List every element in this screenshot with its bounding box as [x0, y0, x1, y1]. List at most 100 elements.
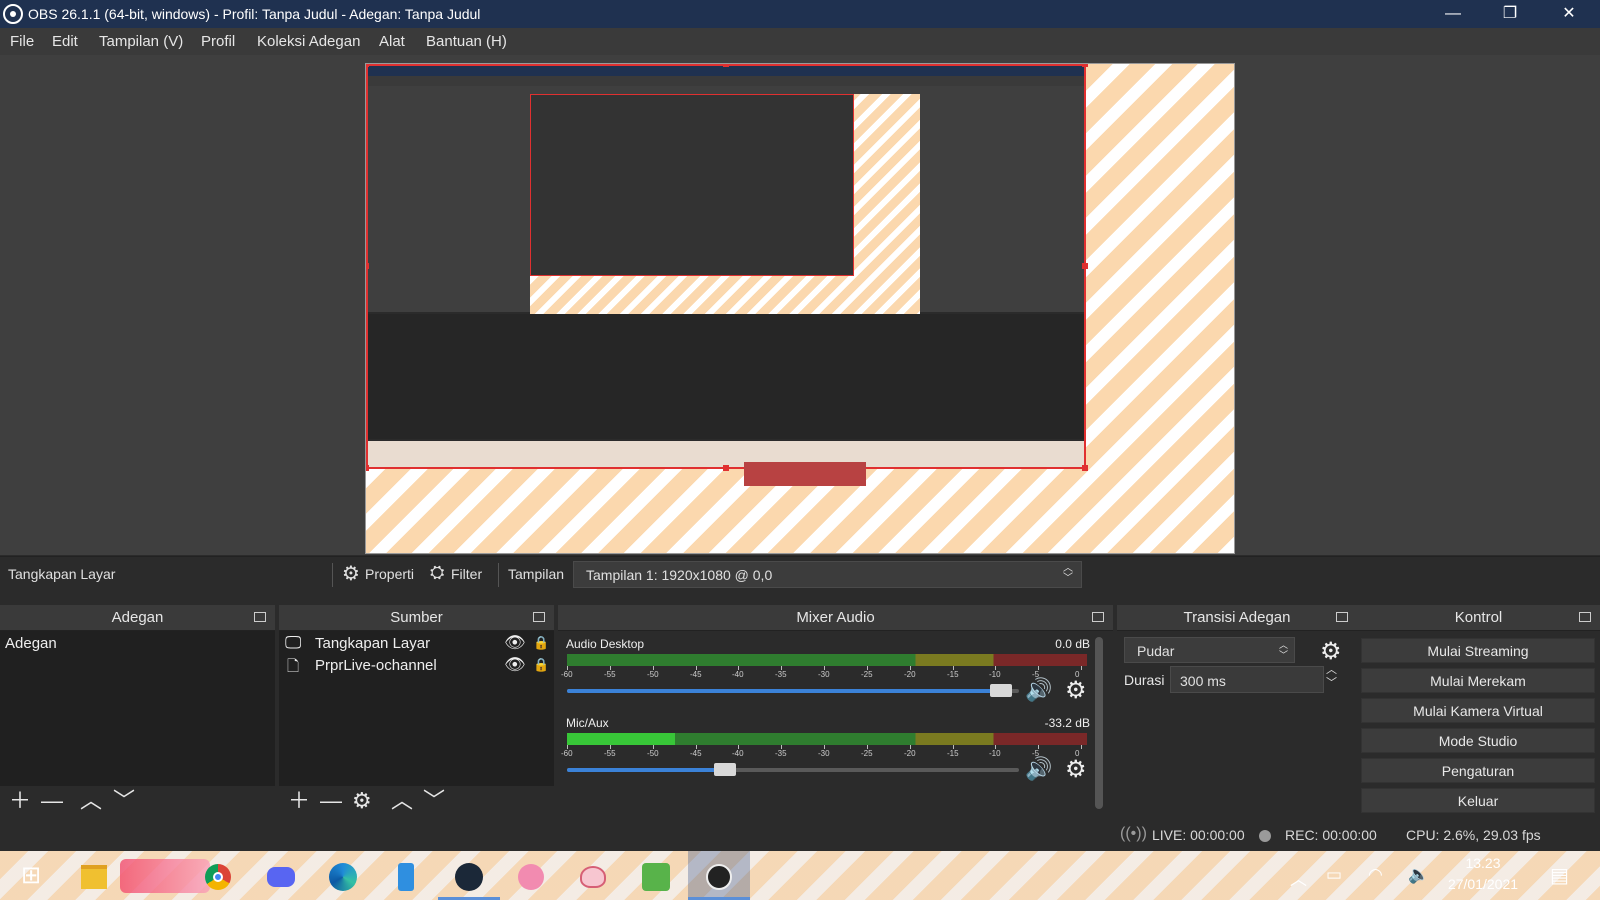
restore-button[interactable]: ❐: [1482, 0, 1538, 28]
android-app-icon[interactable]: [625, 851, 687, 900]
add-icon[interactable]: ＋: [288, 790, 310, 812]
lock-icon[interactable]: 🔒: [533, 657, 549, 673]
undock-icon[interactable]: [254, 612, 266, 622]
start-virtual-camera-button[interactable]: Mulai Kamera Virtual: [1361, 698, 1595, 723]
steam-icon[interactable]: [438, 851, 500, 900]
filter-icon[interactable]: ⛭: [430, 562, 444, 583]
clock-time[interactable]: 13.23: [1438, 855, 1528, 871]
filter-button[interactable]: Filter: [451, 566, 482, 582]
mic-aux-label: Mic/Aux: [566, 716, 609, 730]
move-up-icon[interactable]: ︿: [80, 790, 102, 812]
mixer-scrollbar[interactable]: [1095, 637, 1103, 809]
minimize-button[interactable]: —: [1425, 0, 1481, 28]
duration-input[interactable]: 300 ms: [1170, 666, 1324, 693]
scenes-list[interactable]: Adegan: [0, 631, 275, 786]
move-down-icon[interactable]: ﹀: [113, 790, 135, 812]
add-icon[interactable]: ＋: [9, 790, 31, 812]
file-explorer-icon[interactable]: [63, 851, 125, 900]
move-up-icon[interactable]: ︿: [391, 790, 413, 812]
notification-icon[interactable]: ▤: [1550, 863, 1569, 888]
start-streaming-button[interactable]: Mulai Streaming: [1361, 638, 1595, 663]
undock-icon[interactable]: [1092, 612, 1104, 622]
close-button[interactable]: ✕: [1541, 0, 1597, 28]
menu-view[interactable]: Tampilan (V): [99, 33, 183, 50]
exit-button[interactable]: Keluar: [1361, 788, 1595, 813]
transition-select[interactable]: Pudar ︿ ﹀: [1124, 637, 1295, 663]
resize-handle[interactable]: [1082, 64, 1088, 67]
wifi-icon[interactable]: ◠: [1368, 865, 1383, 885]
resize-handle[interactable]: [1082, 465, 1088, 471]
pink-character-icon[interactable]: [500, 851, 562, 900]
gear-icon[interactable]: ⚙: [1065, 755, 1087, 784]
properties-button[interactable]: Properti: [365, 566, 414, 582]
battery-icon[interactable]: ▭: [1326, 865, 1342, 885]
nested-menu-bar: [368, 76, 1084, 86]
slider-knob[interactable]: [714, 763, 736, 776]
rec-status: REC: 00:00:00: [1285, 827, 1377, 843]
slider-knob[interactable]: [990, 684, 1012, 697]
db-tick-label: -15: [947, 749, 959, 758]
menu-edit[interactable]: Edit: [52, 33, 78, 50]
eye-icon[interactable]: 👁: [504, 633, 526, 653]
undock-icon[interactable]: [1579, 612, 1591, 622]
studio-mode-button[interactable]: Mode Studio: [1361, 728, 1595, 753]
gear-icon[interactable]: ⚙: [352, 790, 372, 812]
gear-icon[interactable]: ⚙: [342, 561, 360, 586]
db-tick-label: -40: [732, 670, 744, 679]
eye-icon[interactable]: 👁: [504, 655, 526, 675]
transition-select-value: Pudar: [1137, 643, 1175, 659]
speaker-icon[interactable]: 🔊: [1025, 756, 1052, 782]
start-windows-icon[interactable]: ⊞: [0, 851, 62, 900]
discord-icon[interactable]: [250, 851, 312, 900]
audio-desktop-volume-slider[interactable]: [567, 684, 1019, 697]
edge-icon[interactable]: [312, 851, 374, 900]
remove-icon[interactable]: —: [320, 790, 342, 812]
undock-icon[interactable]: [533, 612, 545, 622]
chevron-up-icon[interactable]: ︿: [1290, 865, 1307, 890]
display-select[interactable]: Tampilan 1: 1920x1080 @ 0,0 ︿ ﹀: [573, 561, 1082, 588]
preview-area[interactable]: [0, 55, 1600, 555]
resize-handle[interactable]: [723, 465, 729, 471]
menu-profile[interactable]: Profil: [201, 33, 235, 50]
volume-icon[interactable]: 🔈: [1408, 865, 1429, 885]
red-stand-graphic: [744, 462, 866, 486]
menu-scene-collection[interactable]: Koleksi Adegan: [257, 33, 360, 50]
speaker-icon[interactable]: 🔊: [1025, 677, 1052, 703]
resize-handle[interactable]: [366, 465, 369, 471]
preview-canvas[interactable]: [366, 64, 1234, 553]
nested-screen-capture[interactable]: [366, 64, 1086, 469]
lock-icon[interactable]: 🔒: [533, 635, 549, 651]
mic-aux-meter-level: [567, 733, 675, 745]
list-item[interactable]: 🖵 Tangkapan Layar 👁 🔒: [279, 633, 554, 657]
nested-docks: [368, 314, 1084, 439]
db-scale: -60 -55 -50 -45 -40 -35 -30 -25 -20 -15 -10 -5 0: [561, 745, 1087, 759]
resize-handle[interactable]: [366, 64, 369, 67]
list-item[interactable]: 🗋 PrprLive-ochannel 👁 🔒: [279, 655, 554, 679]
obs-taskbar-icon[interactable]: [688, 851, 750, 900]
phone-app-icon[interactable]: [375, 851, 437, 900]
resize-handle[interactable]: [723, 64, 729, 67]
mic-aux-volume-slider[interactable]: [567, 763, 1019, 776]
clock-date[interactable]: 27/01/2021: [1438, 876, 1528, 892]
audio-desktop-label: Audio Desktop: [566, 637, 645, 651]
menu-tools[interactable]: Alat: [379, 33, 405, 50]
db-tick-label: -40: [732, 749, 744, 758]
list-item[interactable]: Adegan: [0, 635, 275, 657]
settings-button[interactable]: Pengaturan: [1361, 758, 1595, 783]
chrome-icon[interactable]: [187, 851, 249, 900]
menu-help[interactable]: Bantuan (H): [426, 33, 507, 50]
gear-icon[interactable]: ⚙: [1065, 676, 1087, 705]
db-tick-label: -30: [818, 670, 830, 679]
start-recording-button[interactable]: Mulai Merekam: [1361, 668, 1595, 693]
resize-handle[interactable]: [1082, 263, 1088, 269]
resize-handle[interactable]: [366, 263, 369, 269]
undock-icon[interactable]: [1336, 612, 1348, 622]
sources-list[interactable]: 🖵 Tangkapan Layar 👁 🔒 🗋 PrprLive-ochanne…: [279, 631, 554, 786]
gear-icon[interactable]: ⚙: [1320, 637, 1342, 666]
move-down-icon[interactable]: ﹀: [423, 790, 445, 812]
spinner-arrows-icon[interactable]: ︿ ﹀: [1326, 664, 1337, 690]
menu-file[interactable]: File: [10, 33, 34, 50]
remove-icon[interactable]: —: [41, 790, 63, 812]
slider-fill: [567, 768, 725, 772]
flower-app-icon[interactable]: [562, 851, 624, 900]
